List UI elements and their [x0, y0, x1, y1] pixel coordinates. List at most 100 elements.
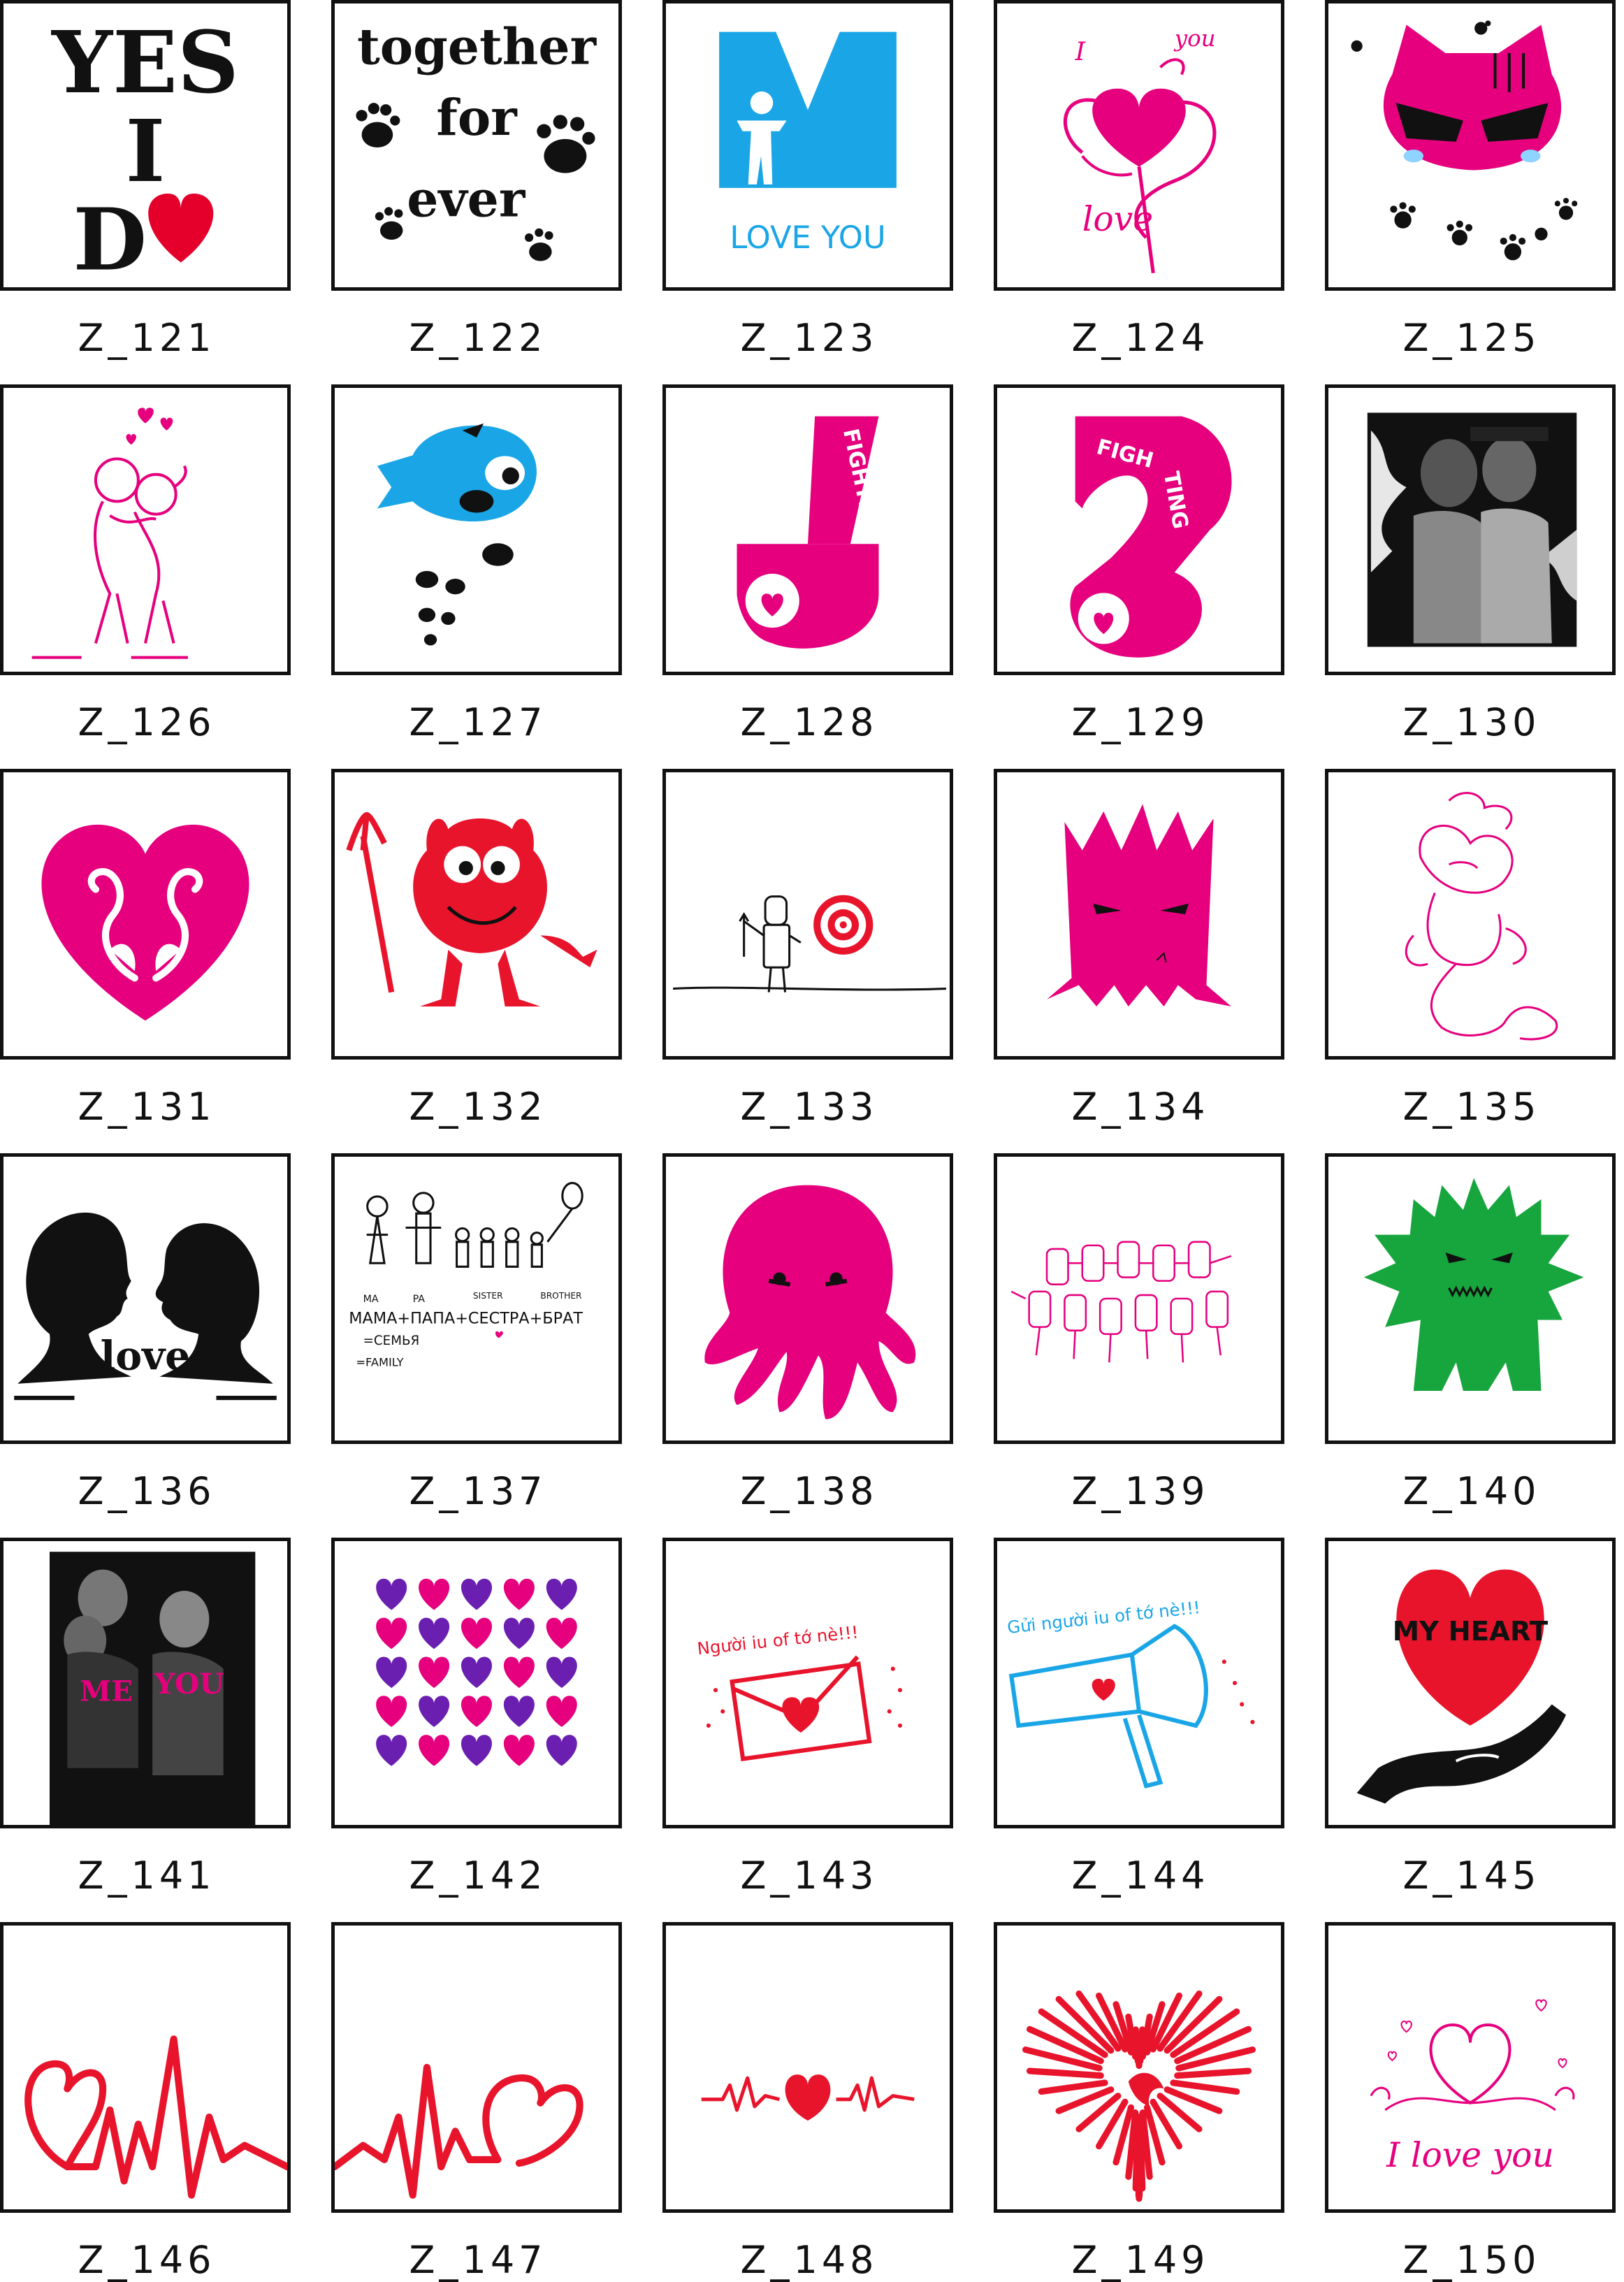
sunburst-ray [1173, 2083, 1237, 2092]
heart-icon [41, 825, 249, 1020]
target-icon [813, 895, 873, 955]
design-thumbnail[interactable] [662, 769, 953, 1060]
art-text-gui-nguoi-iu: Gửi người iu of tớ nè!!! [1006, 1597, 1201, 1638]
heart-icon [126, 407, 173, 445]
heart-icon [376, 1618, 407, 1649]
cat-paws-art [1328, 3, 1612, 287]
design-code: Z_137 [331, 1469, 625, 1513]
design-thumbnail[interactable] [0, 769, 291, 1060]
heart-icon [1092, 89, 1186, 167]
fighting-1-art: FIGHTING [666, 388, 950, 672]
heartbeat-left-art [3, 1926, 287, 2209]
sunburst-ray [1041, 2083, 1105, 2092]
design-thumbnail[interactable] [1325, 1153, 1616, 1444]
heart-icon [461, 1656, 492, 1688]
sunburst-ray [1177, 2071, 1249, 2076]
art-text-brother: BROTHER [540, 1291, 582, 1301]
art-text-you: YOU [154, 1667, 224, 1700]
design-thumbnail[interactable]: together for ever [331, 0, 622, 291]
cat-head-icon [1384, 24, 1561, 170]
art-text-d: D [73, 190, 147, 287]
design-code: Z_145 [1325, 1854, 1618, 1898]
design-thumbnail[interactable] [994, 1153, 1284, 1444]
hearts-grid-art [335, 1541, 618, 1825]
art-text-yes: YES [50, 13, 239, 113]
design-thumbnail[interactable]: ME YOU [0, 1538, 291, 1828]
monster-icon [1047, 804, 1231, 1006]
design-code: Z_133 [662, 1085, 956, 1129]
design-thumbnail[interactable] [662, 1922, 953, 2213]
heart-icon [419, 1696, 449, 1727]
design-thumbnail[interactable]: YES I D [0, 0, 291, 291]
design-code: Z_142 [331, 1854, 625, 1898]
design-thumbnail[interactable] [331, 769, 622, 1060]
i-love-you-script-art: I love you [1328, 1926, 1612, 2209]
design-code: Z_144 [994, 1854, 1287, 1898]
my-heart-hand-art: MY HEART [1328, 1541, 1612, 1825]
design-thumbnail[interactable] [994, 769, 1284, 1060]
m-logo-shape [719, 32, 897, 188]
design-code: Z_129 [994, 700, 1287, 744]
heart-icon [376, 1696, 407, 1727]
heart-icon [419, 1579, 449, 1610]
art-text-together: together [357, 17, 597, 75]
design-thumbnail[interactable] [1325, 769, 1616, 1060]
design-code: Z_135 [1325, 1085, 1618, 1129]
design-thumbnail[interactable] [994, 1922, 1284, 2213]
design-thumbnail[interactable]: MA PA SISTER BROTHER МАМА+ПАПА+СЕСТРА+БР… [331, 1153, 622, 1444]
design-thumbnail[interactable]: Người iu of tớ nè!!! [662, 1538, 953, 1828]
design-thumbnail[interactable]: I you love [994, 0, 1284, 291]
dove-icon [1129, 2073, 1164, 2107]
design-code: Z_149 [994, 2238, 1287, 2282]
design-thumbnail[interactable]: Gửi người iu of tớ nè!!! [994, 1538, 1284, 1828]
heartbeat-right-art [335, 1926, 618, 2209]
design-thumbnail[interactable]: MY HEART [1325, 1538, 1616, 1828]
heart-icon [461, 1579, 492, 1610]
couple-sketch [32, 459, 188, 658]
art-text-love: love [1082, 200, 1153, 239]
design-thumbnail[interactable] [662, 1153, 953, 1444]
design-thumbnail[interactable]: LOVE YOU [662, 0, 953, 291]
green-monster-art [1328, 1157, 1612, 1440]
heart-icon [546, 1696, 577, 1727]
heartbeat-line [28, 2039, 287, 2195]
design-thumbnail[interactable] [1325, 0, 1616, 291]
love-letter-art: Người iu of tớ nè!!! [666, 1541, 950, 1825]
design-thumbnail[interactable] [331, 1538, 622, 1828]
design-thumbnail[interactable] [0, 384, 291, 675]
design-code: Z_146 [0, 2238, 293, 2282]
me-you-photo-art: ME YOU [3, 1541, 287, 1825]
art-text-i: I [126, 101, 166, 201]
heartbeat-center-art [666, 1926, 950, 2209]
silhouette-love-art: love [3, 1157, 287, 1440]
art-text-sister: SISTER [473, 1291, 503, 1301]
sunburst-heart-art [997, 1926, 1281, 2209]
heart-icon [504, 1735, 535, 1766]
design-thumbnail[interactable] [331, 1922, 622, 2213]
design-code: Z_141 [0, 1854, 293, 1898]
small-heart-icons [1389, 2000, 1567, 2067]
pink-monster-art [997, 772, 1281, 1056]
design-thumbnail[interactable]: love [0, 1153, 291, 1444]
design-thumbnail[interactable] [0, 1922, 291, 2213]
design-code: Z_132 [331, 1085, 625, 1129]
design-thumbnail[interactable]: FIGHTING [662, 384, 953, 675]
design-thumbnail[interactable]: FIGH TING [994, 384, 1284, 675]
family-sketch [367, 1183, 583, 1267]
bubble-icon [416, 543, 514, 645]
heart-icon [785, 2074, 831, 2121]
art-text-love: love [101, 1334, 191, 1380]
together-forever-art: together for ever [335, 3, 618, 287]
sketch-crowd-art [997, 1157, 1281, 1440]
heart-icon [546, 1735, 577, 1766]
design-thumbnail[interactable] [1325, 384, 1616, 675]
design-thumbnail[interactable]: I love you [1325, 1922, 1616, 2213]
sparkle-dots [1222, 1660, 1255, 1724]
design-code: Z_134 [994, 1085, 1287, 1129]
art-text-i: I [1075, 36, 1087, 66]
design-thumbnail[interactable] [331, 384, 622, 675]
heart-icon [1092, 1679, 1115, 1700]
design-code: Z_150 [1325, 2238, 1618, 2282]
design-code: Z_127 [331, 700, 625, 744]
family-drawing-art: MA PA SISTER BROTHER МАМА+ПАПА+СЕСТРА+БР… [335, 1157, 618, 1440]
